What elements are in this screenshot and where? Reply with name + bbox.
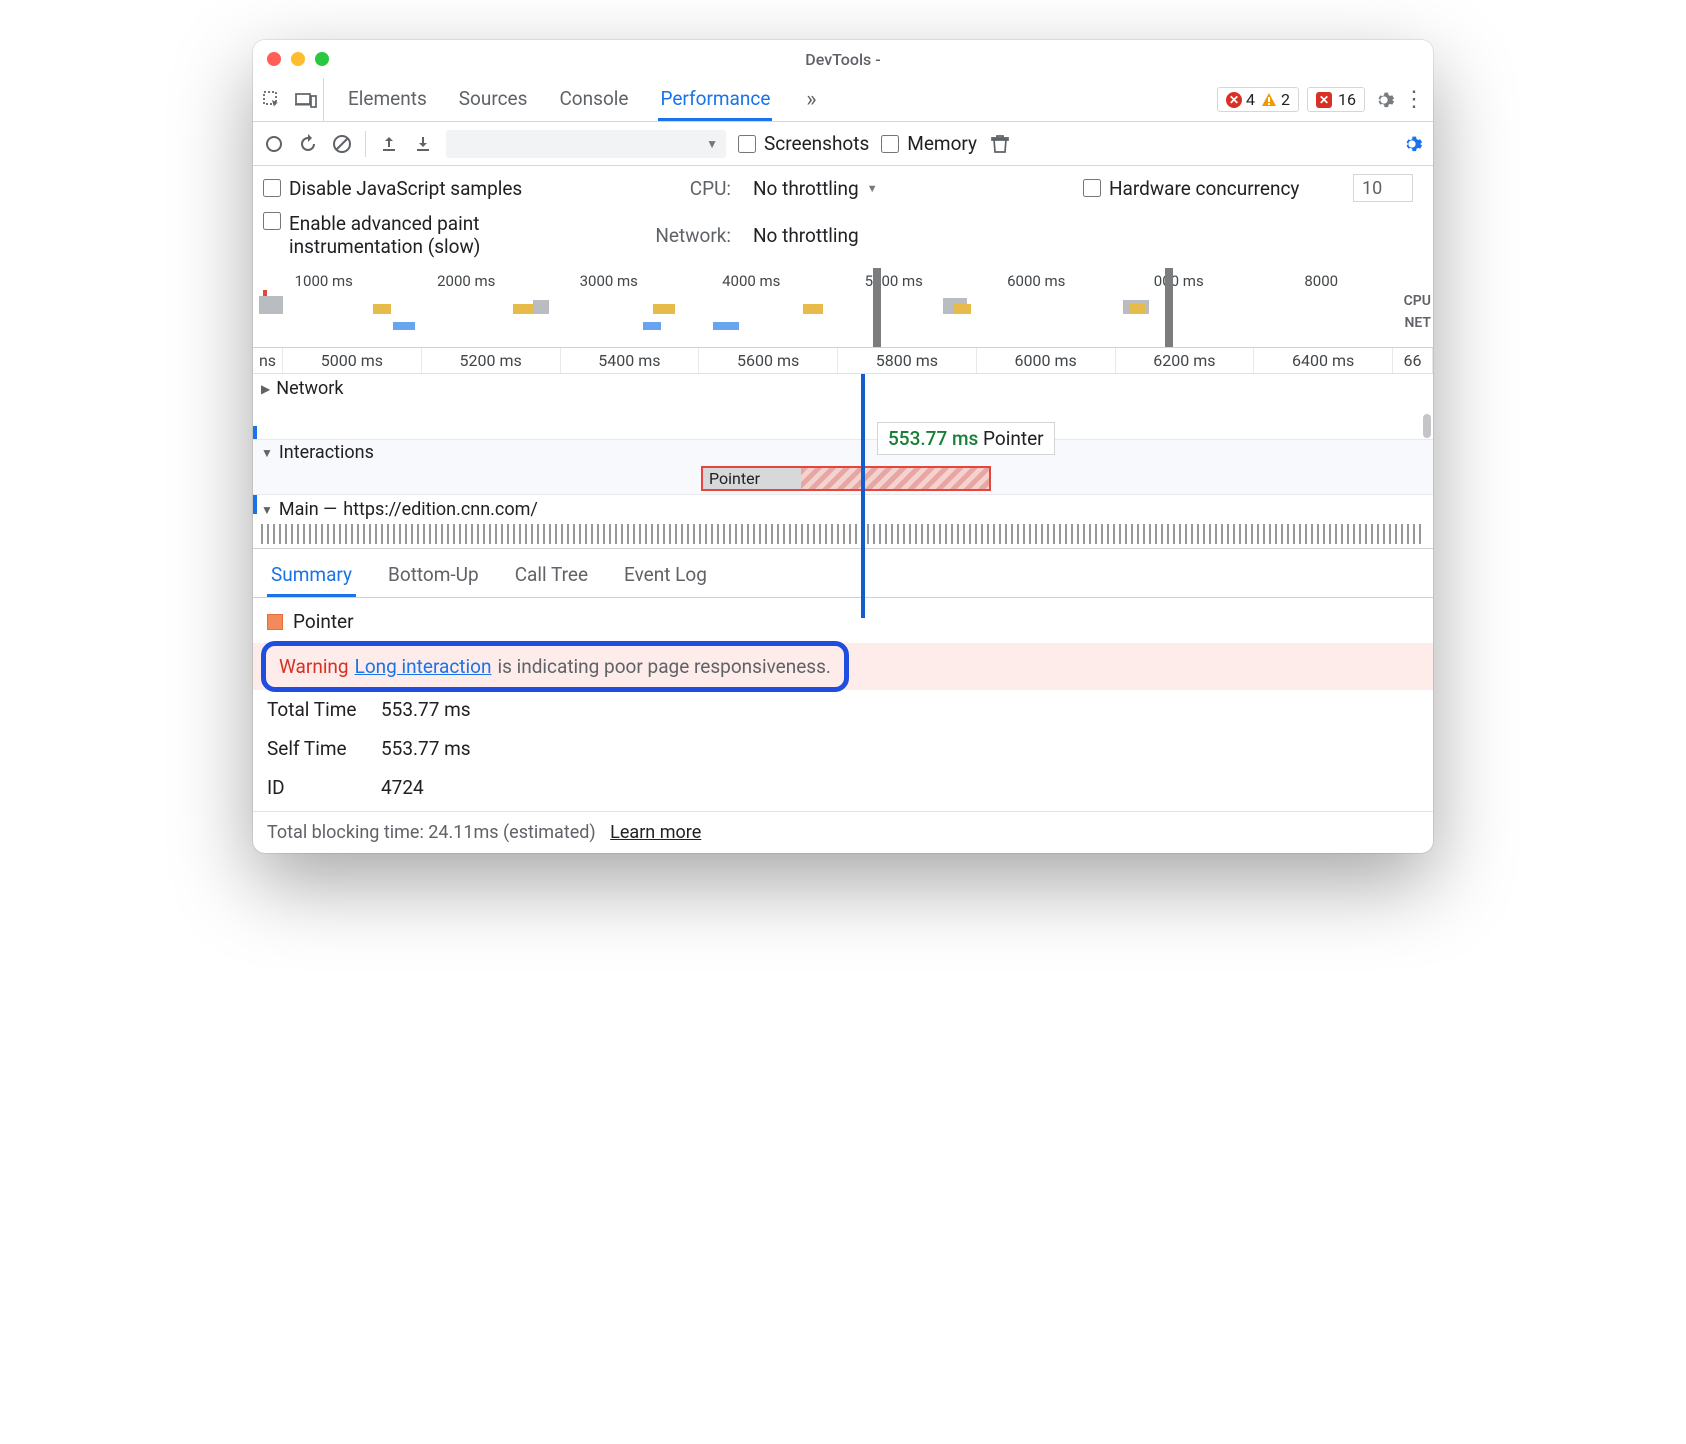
scrollbar-thumb[interactable]	[1423, 414, 1431, 438]
issues-badges[interactable]: ✕4 2	[1217, 87, 1299, 112]
chevron-right-icon: ▶	[261, 382, 270, 396]
recording-selector[interactable]: ▼	[446, 130, 726, 158]
settings-icon[interactable]	[1373, 89, 1395, 111]
dtab-bottom-up[interactable]: Bottom-Up	[384, 555, 483, 597]
window-title: DevTools -	[253, 50, 1433, 69]
memory-checkbox[interactable]: Memory	[881, 132, 977, 155]
capture-settings-icon[interactable]	[1401, 133, 1423, 155]
download-icon[interactable]	[412, 133, 434, 155]
capture-settings: Disable JavaScript samples CPU: No throt…	[253, 166, 1433, 268]
dtab-event-log[interactable]: Event Log	[620, 555, 711, 597]
inspect-icon[interactable]	[261, 89, 283, 111]
more-menu-icon[interactable]: ⋮	[1403, 89, 1425, 111]
chevron-down-icon: ▼	[261, 503, 273, 517]
pointer-interaction-block[interactable]: Pointer	[701, 466, 991, 491]
cpu-throttle-select[interactable]: No throttling▼	[753, 177, 1073, 200]
clear-icon[interactable]	[331, 133, 353, 155]
hw-concurrency-label: Hardware concurrency	[1109, 177, 1299, 200]
more-tabs-icon[interactable]: »	[800, 89, 822, 111]
main-track-url: https://edition.cnn.com/	[343, 499, 538, 520]
timeline-cursor[interactable]	[861, 374, 865, 618]
hw-concurrency-input[interactable]: 10	[1353, 174, 1413, 202]
summary-panel: Pointer Warning Long interaction is indi…	[253, 598, 1433, 811]
advanced-paint-checkbox[interactable]: Enable advanced paint instrumentation (s…	[263, 212, 623, 258]
dtab-call-tree[interactable]: Call Tree	[511, 555, 592, 597]
interactions-track-label: Interactions	[279, 442, 374, 463]
trash-icon[interactable]	[989, 133, 1011, 155]
extension-badge[interactable]: ✕ 16	[1307, 87, 1365, 112]
overview-handle-left[interactable]	[873, 268, 881, 347]
extension-error-icon: ✕	[1316, 92, 1332, 108]
reload-record-icon[interactable]	[297, 133, 319, 155]
network-value: No throttling	[753, 224, 859, 247]
network-track-label: Network	[276, 378, 343, 399]
tooltip-duration: 553.77 ms	[888, 427, 978, 450]
cpu-label: CPU:	[633, 177, 743, 200]
network-track-header[interactable]: ▶ Network	[253, 374, 1433, 403]
timeline-overview[interactable]: 1000 ms2000 ms3000 ms4000 ms5000 ms6000 …	[253, 268, 1433, 348]
devtools-tabstrip: Elements Sources Console Performance » ✕…	[253, 78, 1433, 122]
network-label: Network:	[633, 224, 743, 247]
self-time-label: Self Time	[267, 737, 367, 760]
error-icon: ✕	[1226, 92, 1242, 108]
detail-tabs: Summary Bottom-Up Call Tree Event Log	[253, 549, 1433, 598]
pointer-color-swatch	[267, 614, 283, 630]
perf-toolbar: ▼ Screenshots Memory	[253, 122, 1433, 166]
warning-message: is indicating poor page responsiveness.	[497, 655, 830, 678]
pointer-block-label: Pointer	[709, 469, 760, 488]
overview-net-label: NET	[1404, 312, 1431, 334]
extension-count: 16	[1338, 90, 1356, 109]
disable-js-checkbox[interactable]: Disable JavaScript samples	[263, 177, 623, 200]
hw-concurrency-checkbox[interactable]: Hardware concurrency	[1083, 177, 1343, 200]
total-time-label: Total Time	[267, 698, 367, 721]
record-icon[interactable]	[263, 133, 285, 155]
long-interaction-link[interactable]: Long interaction	[355, 655, 492, 678]
cpu-value: No throttling	[753, 177, 859, 200]
overview-cpu-label: CPU	[1404, 290, 1431, 312]
network-throttle-select[interactable]: No throttling	[753, 224, 1423, 247]
main-track-events[interactable]	[261, 524, 1425, 544]
screenshots-label: Screenshots	[764, 132, 869, 155]
tab-console[interactable]: Console	[557, 79, 630, 121]
overview-handle-right[interactable]	[1165, 268, 1173, 347]
main-track-header[interactable]: ▼ Main — https://edition.cnn.com/	[253, 495, 1433, 524]
window-titlebar: DevTools -	[253, 40, 1433, 78]
footer: Total blocking time: 24.11ms (estimated)…	[253, 811, 1433, 853]
screenshots-checkbox[interactable]: Screenshots	[738, 132, 869, 155]
overview-net	[253, 322, 1393, 330]
warning-label: Warning	[279, 655, 349, 678]
warning-row: Warning Long interaction is indicating p…	[267, 647, 843, 686]
devtools-window: DevTools - Elements Sources Console Perf…	[253, 40, 1433, 853]
chevron-down-icon: ▼	[261, 446, 273, 460]
tab-sources[interactable]: Sources	[457, 79, 530, 121]
summary-title: Pointer	[293, 610, 354, 633]
flamechart-area[interactable]: ▶ Network ▼ Interactions Pointer 553.77 ms…	[253, 374, 1433, 549]
tab-elements[interactable]: Elements	[346, 79, 429, 121]
tooltip-label: Pointer	[983, 427, 1044, 450]
dtab-summary[interactable]: Summary	[267, 555, 356, 597]
detail-ruler: ns 5000 ms5200 ms5400 ms5600 ms5800 ms60…	[253, 348, 1433, 374]
warning-count: 2	[1281, 90, 1290, 109]
id-value: 4724	[381, 776, 424, 799]
tab-performance[interactable]: Performance	[658, 79, 772, 121]
pointer-block-hatched	[801, 468, 989, 489]
error-count: 4	[1246, 90, 1255, 109]
advanced-paint-label: Enable advanced paint instrumentation (s…	[289, 212, 559, 258]
learn-more-link[interactable]: Learn more	[610, 822, 701, 843]
disable-js-label: Disable JavaScript samples	[289, 177, 522, 200]
warning-icon	[1261, 92, 1277, 108]
interactions-track[interactable]: ▼ Interactions Pointer	[253, 439, 1433, 495]
total-time-value: 553.77 ms	[381, 698, 471, 721]
overview-cpu	[253, 296, 1393, 314]
tbt-text: Total blocking time: 24.11ms (estimated)	[267, 822, 596, 843]
id-label: ID	[267, 776, 367, 799]
main-track-prefix: Main —	[279, 499, 337, 520]
upload-icon[interactable]	[378, 133, 400, 155]
memory-label: Memory	[907, 132, 977, 155]
device-toolbar-icon[interactable]	[295, 89, 317, 111]
self-time-value: 553.77 ms	[381, 737, 471, 760]
interaction-tooltip: 553.77 ms Pointer	[877, 422, 1055, 455]
overview-ticks: 1000 ms2000 ms3000 ms4000 ms5000 ms6000 …	[253, 268, 1393, 290]
